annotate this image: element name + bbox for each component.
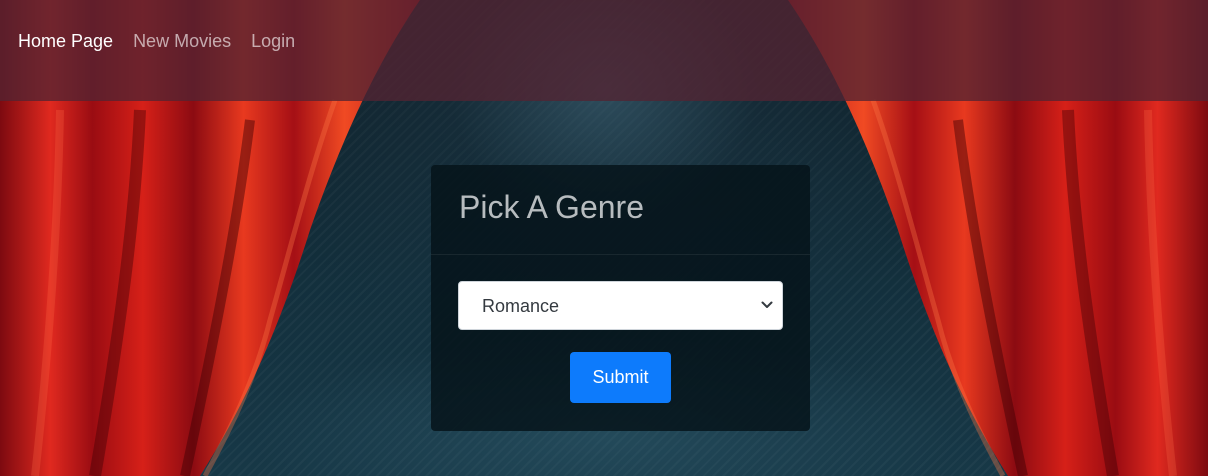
theater-background: Home Page New Movies Login Pick A Genre … — [0, 0, 1208, 476]
chevron-down-icon — [761, 301, 773, 308]
genre-select-value: Romance — [482, 296, 560, 316]
nav-home-link[interactable]: Home Page — [18, 31, 113, 52]
submit-button[interactable]: Submit — [570, 352, 671, 403]
genre-select[interactable]: Romance — [458, 281, 783, 330]
nav-links: Home Page New Movies Login — [18, 31, 295, 52]
top-navbar: Home Page New Movies Login — [0, 0, 1208, 101]
nav-login-link[interactable]: Login — [251, 31, 295, 52]
genre-card: Pick A Genre Romance Submit — [431, 165, 810, 431]
genre-card-title: Pick A Genre — [459, 189, 644, 225]
nav-new-movies-link[interactable]: New Movies — [133, 31, 231, 52]
genre-card-header: Pick A Genre — [431, 165, 810, 255]
